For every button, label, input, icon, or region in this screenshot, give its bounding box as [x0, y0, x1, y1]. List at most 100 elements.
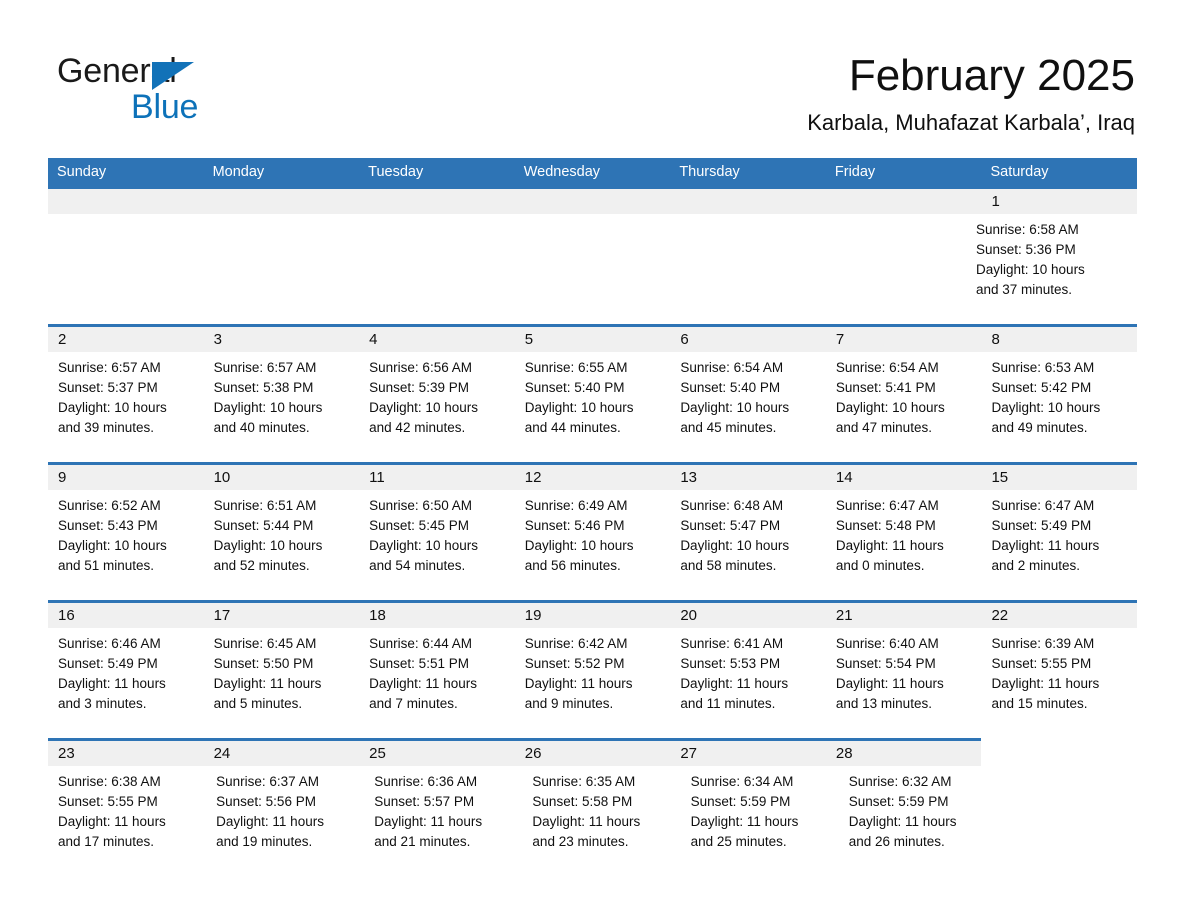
day-daylight-text: and 44 minutes. — [524, 420, 621, 435]
day-number: 15 — [991, 469, 1009, 486]
day-cell[interactable]: Sunrise: 6:54 AM Sunset: 5:41 PM Daylight:… — [826, 352, 982, 462]
day-cell[interactable]: Sunrise: 6:34 AM Sunset: 5:59 PM Daylight:… — [681, 766, 839, 876]
day-cell[interactable]: Sunrise: 6:56 AM Sunset: 5:39 PM Daylight:… — [359, 352, 515, 462]
day-sunset-text: Sunset: 5:40 PM — [524, 380, 625, 395]
day-cell-empty — [48, 214, 201, 324]
day-cell[interactable]: Sunrise: 6:49 AM Sunset: 5:46 PM Daylight:… — [515, 490, 671, 600]
day-number: 6 — [680, 331, 689, 348]
day-cell-empty — [507, 214, 660, 324]
day-daylight-text: and 13 minutes. — [835, 696, 932, 711]
day-cell[interactable]: Sunrise: 6:48 AM Sunset: 5:47 PM Daylight:… — [670, 490, 826, 600]
weekday-header-wednesday: Wednesday — [523, 164, 601, 180]
day-cell[interactable]: Sunrise: 6:45 AM Sunset: 5:50 PM Daylight:… — [204, 628, 360, 738]
day-cell[interactable]: Sunrise: 6:46 AM Sunset: 5:49 PM Daylight:… — [48, 628, 204, 738]
day-sunset-text: Sunset: 5:47 PM — [680, 518, 781, 533]
day-daylight-text: Daylight: 11 hours — [991, 538, 1100, 553]
logo-word-blue: Blue — [131, 88, 199, 126]
calendar-weeks: 1 Sunrise: 6:58 AM Sunset: 5:36 PM Daylight… — [48, 186, 1137, 876]
day-sunrise-text: Sunrise: 6:37 AM — [216, 774, 319, 789]
calendar-week-row: 1 Sunrise: 6:58 AM Sunset: 5:36 PM Daylight… — [48, 186, 1137, 324]
day-daylight-text: Daylight: 11 hours — [58, 814, 166, 829]
day-cell[interactable]: Sunrise: 6:40 AM Sunset: 5:54 PM Daylight:… — [826, 628, 982, 738]
day-daylight-text: Daylight: 11 hours — [213, 676, 322, 691]
day-number — [204, 189, 360, 214]
day-number: 14 — [835, 469, 853, 486]
day-cell[interactable]: Sunrise: 6:47 AM Sunset: 5:49 PM Daylight:… — [981, 490, 1137, 600]
day-daylight-text: Daylight: 11 hours — [848, 814, 957, 829]
day-number-row: 23 24 25 26 27 28 — [48, 741, 1137, 766]
day-cell[interactable]: Sunrise: 6:42 AM Sunset: 5:52 PM Daylight:… — [515, 628, 671, 738]
weekday-header-sunday: Sunday — [57, 164, 107, 180]
day-sunrise-text: Sunrise: 6:35 AM — [532, 774, 636, 789]
day-cell[interactable]: Sunrise: 6:53 AM Sunset: 5:42 PM Daylight:… — [981, 352, 1137, 462]
day-sunrise-text: Sunrise: 6:51 AM — [213, 498, 317, 513]
day-sunrise-text: Sunrise: 6:54 AM — [680, 360, 784, 375]
day-cell[interactable]: Sunrise: 6:55 AM Sunset: 5:40 PM Daylight:… — [515, 352, 671, 462]
day-cell[interactable]: Sunrise: 6:51 AM Sunset: 5:44 PM Daylight:… — [204, 490, 360, 600]
day-number-band: 23 24 25 26 27 28 — [48, 741, 982, 766]
day-cell[interactable]: Sunrise: 6:52 AM Sunset: 5:43 PM Daylight:… — [48, 490, 204, 600]
day-cell[interactable]: Sunrise: 6:44 AM Sunset: 5:51 PM Daylight:… — [359, 628, 515, 738]
day-daylight-text: and 23 minutes. — [532, 834, 629, 849]
day-sunset-text: Sunset: 5:55 PM — [991, 656, 1092, 671]
day-daylight-text: Daylight: 11 hours — [532, 814, 641, 829]
day-daylight-text: and 51 minutes. — [58, 558, 155, 573]
day-sunset-text: Sunset: 5:36 PM — [976, 242, 1076, 257]
day-sunset-text: Sunset: 5:43 PM — [58, 518, 158, 533]
day-cell-empty — [660, 214, 813, 324]
day-number-row: 2 3 4 5 6 7 8 — [48, 327, 1137, 352]
day-daylight-text: and 54 minutes. — [369, 558, 466, 573]
day-sunrise-text: Sunrise: 6:45 AM — [213, 636, 317, 651]
day-sunset-text: Sunset: 5:49 PM — [991, 518, 1092, 533]
day-daylight-text: Daylight: 11 hours — [690, 814, 799, 829]
calendar-week-row: 23 24 25 26 27 28 Sunrise: 6:38 AM Sunset: 5:55… — [48, 738, 1137, 876]
day-number: 23 — [58, 745, 75, 762]
day-sunrise-text: Sunrise: 6:54 AM — [835, 360, 939, 375]
day-sunset-text: Sunset: 5:55 PM — [58, 794, 158, 809]
day-cell[interactable]: Sunrise: 6:47 AM Sunset: 5:48 PM Daylight:… — [826, 490, 982, 600]
week-body: Sunrise: 6:38 AM Sunset: 5:55 PM Daylight:… — [48, 766, 1137, 876]
day-number: 3 — [213, 331, 222, 348]
day-cell[interactable]: Sunrise: 6:57 AM Sunset: 5:37 PM Daylight:… — [48, 352, 204, 462]
day-cell[interactable]: Sunrise: 6:50 AM Sunset: 5:45 PM Daylight:… — [359, 490, 515, 600]
day-daylight-text: Daylight: 11 hours — [991, 676, 1100, 691]
day-daylight-text: Daylight: 11 hours — [216, 814, 324, 829]
day-daylight-text: Daylight: 10 hours — [976, 262, 1085, 277]
day-cell-empty — [997, 766, 1137, 876]
day-daylight-text: Daylight: 10 hours — [524, 400, 634, 415]
day-cell[interactable]: Sunrise: 6:38 AM Sunset: 5:55 PM Daylight:… — [48, 766, 206, 876]
day-sunset-text: Sunset: 5:59 PM — [690, 794, 791, 809]
day-number: 11 — [369, 469, 385, 486]
day-number: 28 — [835, 745, 853, 762]
day-cell[interactable]: Sunrise: 6:57 AM Sunset: 5:38 PM Daylight:… — [204, 352, 360, 462]
day-daylight-text: Daylight: 10 hours — [835, 400, 945, 415]
day-daylight-text: and 3 minutes. — [58, 696, 147, 711]
day-sunrise-text: Sunrise: 6:38 AM — [58, 774, 161, 789]
page-title: February 2025 — [848, 51, 1135, 100]
week-body: Sunrise: 6:46 AM Sunset: 5:49 PM Daylight:… — [48, 628, 1137, 738]
day-cell[interactable]: Sunrise: 6:39 AM Sunset: 5:55 PM Daylight:… — [981, 628, 1137, 738]
day-cell[interactable]: Sunrise: 6:32 AM Sunset: 5:59 PM Daylight:… — [839, 766, 997, 876]
day-cell[interactable]: Sunrise: 6:58 AM Sunset: 5:36 PM Daylight:… — [966, 214, 1137, 324]
day-daylight-text: and 45 minutes. — [680, 420, 777, 435]
day-daylight-text: and 47 minutes. — [835, 420, 932, 435]
weekday-header-monday: Monday — [212, 164, 265, 180]
weekday-header-row: Sunday Monday Tuesday Wednesday Thursday Frid… — [48, 158, 1137, 186]
day-cell[interactable]: Sunrise: 6:35 AM Sunset: 5:58 PM Daylight:… — [522, 766, 680, 876]
day-sunset-text: Sunset: 5:39 PM — [369, 380, 469, 395]
day-cell[interactable]: Sunrise: 6:37 AM Sunset: 5:56 PM Daylight:… — [206, 766, 364, 876]
day-number: 24 — [213, 745, 231, 762]
day-cell-empty — [354, 214, 507, 324]
day-sunset-text: Sunset: 5:37 PM — [58, 380, 158, 395]
day-sunrise-text: Sunrise: 6:58 AM — [976, 222, 1079, 237]
weekday-header-friday: Friday — [834, 164, 876, 180]
day-cell[interactable]: Sunrise: 6:54 AM Sunset: 5:40 PM Daylight:… — [670, 352, 826, 462]
day-daylight-text: Daylight: 11 hours — [369, 676, 477, 691]
day-cell[interactable]: Sunrise: 6:41 AM Sunset: 5:53 PM Daylight:… — [670, 628, 826, 738]
day-sunrise-text: Sunrise: 6:39 AM — [991, 636, 1095, 651]
day-number-band: 1 — [48, 189, 1137, 214]
day-daylight-text: and 58 minutes. — [680, 558, 777, 573]
day-number-row: 16 17 18 19 20 21 22 — [48, 603, 1137, 628]
day-sunset-text: Sunset: 5:48 PM — [835, 518, 936, 533]
day-cell[interactable]: Sunrise: 6:36 AM Sunset: 5:57 PM Daylight:… — [364, 766, 522, 876]
